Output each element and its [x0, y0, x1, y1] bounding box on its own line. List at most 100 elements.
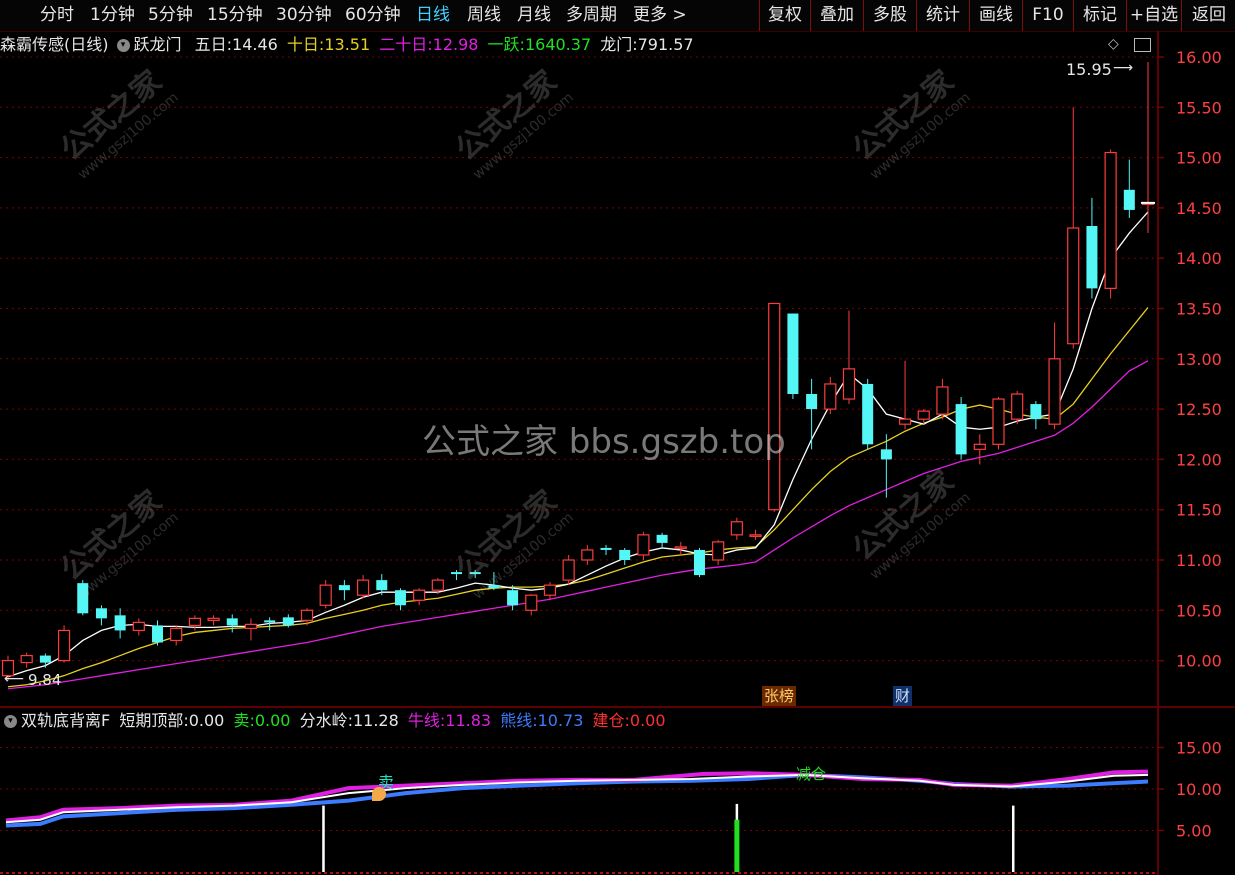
candle: [936, 378, 949, 420]
sub-indicator-name[interactable]: 双轨底背离F: [21, 711, 110, 730]
candle-body: [656, 534, 668, 543]
build-value: 0.00: [629, 711, 666, 730]
event-tag-zhangbang[interactable]: 张榜: [762, 686, 797, 706]
candle: [656, 532, 668, 548]
candle: [955, 397, 967, 460]
candle-body: [619, 549, 631, 560]
candle-body: [730, 521, 743, 536]
candle: [394, 588, 406, 611]
candle-body: [1067, 227, 1080, 345]
candle-body: [1030, 404, 1042, 420]
stock-title: 森霸传感(日线): [0, 35, 109, 54]
short-top-value: 0.00: [188, 711, 225, 730]
price-tick-label: 16.00: [1176, 48, 1222, 67]
candle: [898, 360, 912, 430]
candle-body: [282, 617, 294, 626]
candle: [787, 313, 799, 400]
sell-value: 0.00: [254, 711, 291, 730]
reduce-signal-marker: 减仓: [796, 765, 827, 783]
candle: [57, 625, 71, 663]
candle-body: [300, 609, 314, 621]
ma20-value: 12.98: [432, 35, 479, 54]
diamond-icon[interactable]: ◇: [1108, 36, 1119, 52]
watermark-center: 公式之家 bbs.gszb.top: [422, 422, 786, 462]
candle: [1123, 159, 1135, 218]
candle-body: [1011, 393, 1024, 420]
candle: [20, 652, 33, 668]
indicator-name[interactable]: 跃龙门: [134, 35, 182, 54]
price-tick-label: 12.50: [1176, 400, 1222, 419]
candle: [226, 614, 238, 633]
candle: [992, 397, 1005, 450]
ma10-value: 13.51: [324, 35, 371, 54]
price-tick-label: 10.50: [1176, 601, 1222, 620]
longmen-label: 龙门:: [600, 35, 638, 54]
candle: [413, 588, 426, 606]
candle-body: [936, 386, 949, 415]
main-indicator-bar: 森霸传感(日线) ▾ 跃龙门 五日:14.46 十日:13.51 二十日:12.98…: [0, 33, 698, 57]
candle-body: [806, 394, 818, 410]
dropdown-icon[interactable]: ▾: [116, 39, 130, 52]
candle: [1030, 401, 1042, 430]
candle: [1086, 197, 1098, 299]
candle-body: [226, 618, 238, 626]
price-tick-label: 13.00: [1176, 350, 1222, 369]
candle-body: [917, 410, 930, 420]
candle-body: [57, 629, 71, 662]
candle-body: [264, 620, 276, 623]
candle: [862, 378, 874, 450]
candle-body: [674, 546, 687, 550]
candle: [338, 580, 350, 601]
yiyue-label: 一跃:: [487, 35, 525, 54]
bear-line: [5, 772, 1149, 828]
candle-body: [992, 398, 1005, 445]
candle: [39, 653, 51, 668]
candle: [1048, 322, 1061, 430]
bull-label: 牛线:: [407, 711, 446, 730]
candle-body: [749, 534, 762, 537]
candle: [1104, 149, 1117, 299]
sub-indicator-bar: ▾ 双轨底背离F 短期顶部:0.00 卖:0.00 分水岭:11.28 牛线:11…: [0, 709, 670, 733]
candle-body: [955, 404, 967, 455]
sell-label: 卖:: [233, 711, 255, 730]
ma5-label: 五日:: [194, 35, 233, 54]
candle: [824, 376, 837, 415]
candle: [749, 529, 762, 540]
candle-body: [319, 584, 332, 606]
candle: [768, 302, 781, 512]
candle: [973, 434, 986, 465]
short-top-label: 短期顶部:: [119, 711, 189, 730]
price-tick-label: 15.50: [1176, 98, 1222, 117]
signal-bar: [1011, 805, 1015, 872]
candle-body: [207, 617, 220, 621]
candle: [637, 531, 650, 560]
candle: [842, 310, 856, 405]
price-tick-label: 11.00: [1176, 551, 1222, 570]
bull-line: [5, 769, 1149, 823]
candle: [207, 615, 220, 626]
sub-tick-label: 5.00: [1176, 822, 1212, 841]
ma5-value: 14.46: [232, 35, 278, 54]
candle: [1141, 62, 1155, 234]
price-tick-label: 13.50: [1176, 300, 1222, 319]
candle-body: [188, 617, 201, 626]
candle: [674, 541, 687, 555]
candle-body: [20, 654, 33, 664]
candle-body: [898, 418, 912, 425]
event-tag-finance[interactable]: 财: [893, 686, 913, 706]
arrow-left-icon: ⟵: [4, 671, 25, 687]
candle-body: [413, 589, 426, 601]
candle: [806, 378, 818, 450]
panel-toggle-icon[interactable]: [1134, 38, 1151, 52]
price-tick-label: 14.00: [1176, 249, 1222, 268]
candle: [712, 539, 725, 566]
candle-body: [787, 313, 799, 395]
candle-body: [244, 623, 258, 630]
candle-body: [39, 655, 51, 663]
dropdown-icon[interactable]: ▾: [4, 715, 17, 728]
candle: [730, 517, 743, 540]
candle-body: [1048, 358, 1061, 425]
candle-body: [1104, 151, 1117, 289]
signal-bar: [734, 819, 740, 872]
candle: [244, 618, 258, 641]
